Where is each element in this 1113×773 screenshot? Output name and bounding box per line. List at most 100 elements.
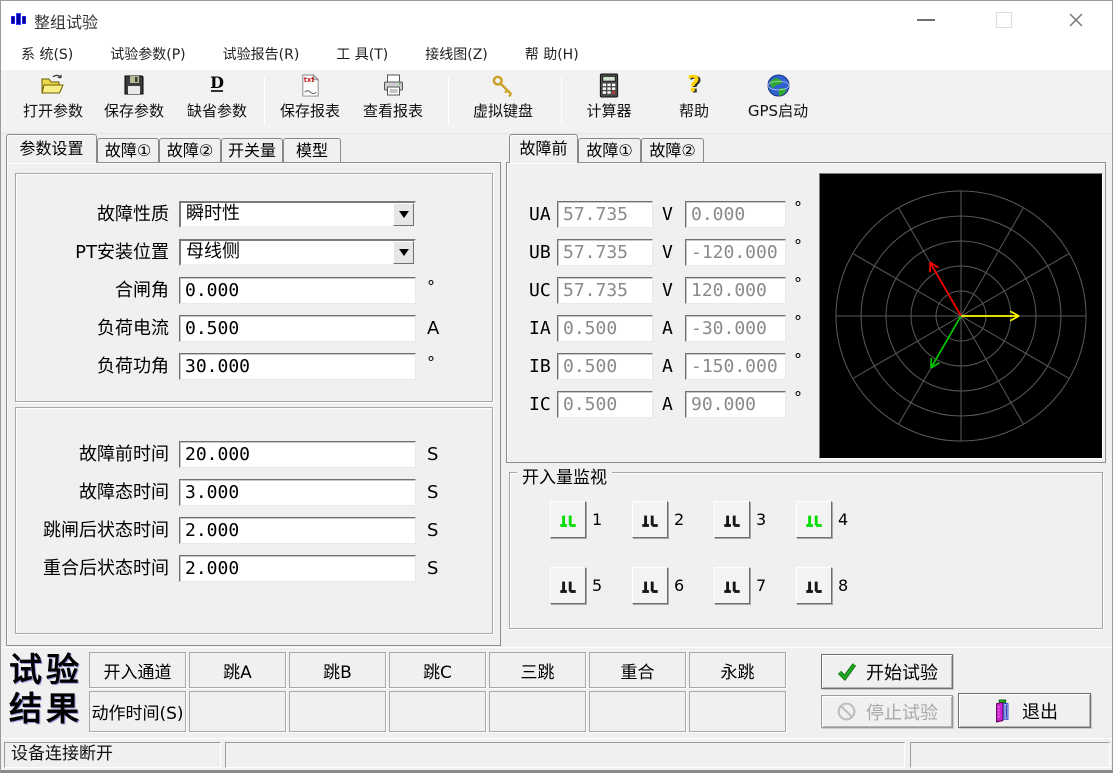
ib-label: IB: [529, 353, 551, 380]
close-icon: [1066, 10, 1086, 30]
tab-model[interactable]: 模型: [283, 138, 341, 163]
ub-label: UB: [529, 239, 551, 266]
result-col-header: 三跳: [489, 652, 586, 688]
gps-start-button[interactable]: GPS启动: [731, 73, 825, 131]
save-floppy-icon: [96, 73, 172, 100]
contact-number: 4: [838, 501, 848, 538]
ic-label: IC: [529, 391, 551, 418]
tab-fault-2-left[interactable]: 故障②: [159, 138, 221, 163]
save-params-button[interactable]: 保存参数: [96, 73, 172, 131]
maximize-button[interactable]: [986, 4, 1022, 36]
divider: [1, 738, 1112, 739]
menu-test-report[interactable]: 试验报告(R): [223, 44, 300, 64]
contact-indicator-1: [550, 501, 586, 538]
contact-number: 2: [674, 501, 684, 538]
result-value-cell: [689, 691, 786, 732]
toolbar-button-label: 缺省参数: [187, 102, 247, 120]
toolbar: 打开参数 保存参数 D 缺省参数: [1, 70, 1112, 134]
calculator-button[interactable]: 计算器: [576, 73, 642, 131]
tab-prefault[interactable]: 故障前: [509, 134, 578, 163]
tab-fault-1-right[interactable]: 故障①: [578, 138, 641, 163]
stop-test-button[interactable]: 停止试验: [821, 695, 953, 728]
result-value-cell: [389, 691, 486, 732]
load-current-unit: A: [427, 315, 439, 342]
close-button[interactable]: [1058, 4, 1094, 36]
minimize-icon: [917, 19, 935, 21]
divider: [1, 647, 1112, 648]
fault-nature-combo[interactable]: 瞬时性: [179, 201, 416, 228]
help-button[interactable]: ? ? 帮助: [668, 73, 720, 131]
contact-switch-icon: [803, 510, 825, 530]
post-trip-time-unit: S: [427, 517, 438, 544]
pt-position-combo[interactable]: 母线侧: [179, 239, 416, 266]
pt-position-label: PT安装位置: [21, 239, 169, 266]
view-report-printer-icon: [355, 73, 431, 100]
virtual-keyboard-button[interactable]: 虚拟键盘: [456, 73, 550, 131]
contact-indicator-6: [632, 567, 668, 604]
dropdown-arrow-icon[interactable]: [393, 203, 414, 226]
ua-unit: V: [662, 201, 673, 228]
menu-tools[interactable]: 工 具(T): [336, 44, 388, 64]
result-title-line2: 结果: [9, 689, 83, 728]
svg-text:txt: txt: [303, 76, 315, 84]
menu-system[interactable]: 系 统(S): [21, 44, 73, 64]
result-col-header: 跳B: [289, 652, 386, 688]
toolbar-button-label: 保存报表: [280, 102, 340, 120]
view-report-button[interactable]: 查看报表: [355, 73, 431, 131]
ib-angle-field: [685, 353, 786, 380]
contact-number: 6: [674, 567, 684, 604]
contact-indicator-7: [714, 567, 750, 604]
title-bar: 整组试验: [1, 1, 1112, 38]
toolbar-button-label: 保存参数: [104, 102, 164, 120]
tab-fault-1-left[interactable]: 故障①: [97, 138, 159, 163]
ib-angle-unit: °: [794, 346, 802, 373]
load-angle-unit: °: [427, 349, 435, 376]
post-reclose-time-unit: S: [427, 555, 438, 582]
ua-angle-field: [685, 201, 786, 228]
minimize-button[interactable]: [908, 4, 944, 36]
menu-test-params[interactable]: 试验参数(P): [110, 44, 185, 64]
contact-indicator-8: [796, 567, 832, 604]
open-params-button[interactable]: 打开参数: [15, 73, 91, 131]
menu-help[interactable]: 帮 助(H): [525, 44, 579, 64]
ia-label: IA: [529, 315, 551, 342]
prefault-time-input[interactable]: [179, 441, 416, 468]
load-angle-input[interactable]: [179, 353, 416, 380]
prefault-time-unit: S: [427, 441, 438, 468]
calculator-icon: [576, 73, 642, 100]
help-question-icon: ? ?: [668, 73, 720, 100]
pt-position-value: 母线侧: [186, 241, 240, 262]
uc-angle-unit: °: [794, 270, 802, 297]
exit-label: 退出: [1022, 698, 1058, 724]
dropdown-arrow-icon[interactable]: [393, 241, 414, 264]
save-report-button[interactable]: txt 保存报表: [272, 73, 348, 131]
contact-number: 5: [592, 567, 602, 604]
exit-door-icon: [991, 699, 1013, 723]
open-folder-icon: [15, 73, 91, 100]
close-angle-input[interactable]: [179, 277, 416, 304]
app-window: 整组试验 系 统(S) 试验参数(P) 试验报告(R) 工 具(T) 接线图(Z…: [0, 0, 1113, 773]
load-current-input[interactable]: [179, 315, 416, 342]
contact-number: 8: [838, 567, 848, 604]
status-message-panel: [225, 742, 905, 768]
menu-bar: 系 统(S) 试验参数(P) 试验报告(R) 工 具(T) 接线图(Z) 帮 助…: [1, 38, 1112, 70]
post-trip-time-input[interactable]: [179, 517, 416, 544]
contact-indicator-2: [632, 501, 668, 538]
tab-fault-2-right[interactable]: 故障②: [641, 138, 704, 163]
post-reclose-time-input[interactable]: [179, 555, 416, 582]
toolbar-button-label: GPS启动: [748, 102, 808, 120]
tab-switch-quantity[interactable]: 开关量: [221, 138, 283, 163]
exit-button[interactable]: 退出: [958, 693, 1091, 728]
fault-time-input[interactable]: [179, 479, 416, 506]
load-angle-label: 负荷功角: [21, 353, 169, 380]
check-icon: [836, 661, 857, 682]
menu-wiring-diagram[interactable]: 接线图(Z): [425, 44, 488, 64]
start-test-button[interactable]: 开始试验: [821, 654, 953, 689]
ia-unit: A: [662, 315, 673, 342]
contact-switch-icon: [639, 510, 661, 530]
default-params-button[interactable]: D 缺省参数: [179, 73, 255, 131]
phasor-diagram: [819, 173, 1103, 459]
fault-nature-label: 故障性质: [21, 201, 169, 228]
tab-param-settings[interactable]: 参数设置: [6, 134, 97, 163]
fault-time-unit: S: [427, 479, 438, 506]
